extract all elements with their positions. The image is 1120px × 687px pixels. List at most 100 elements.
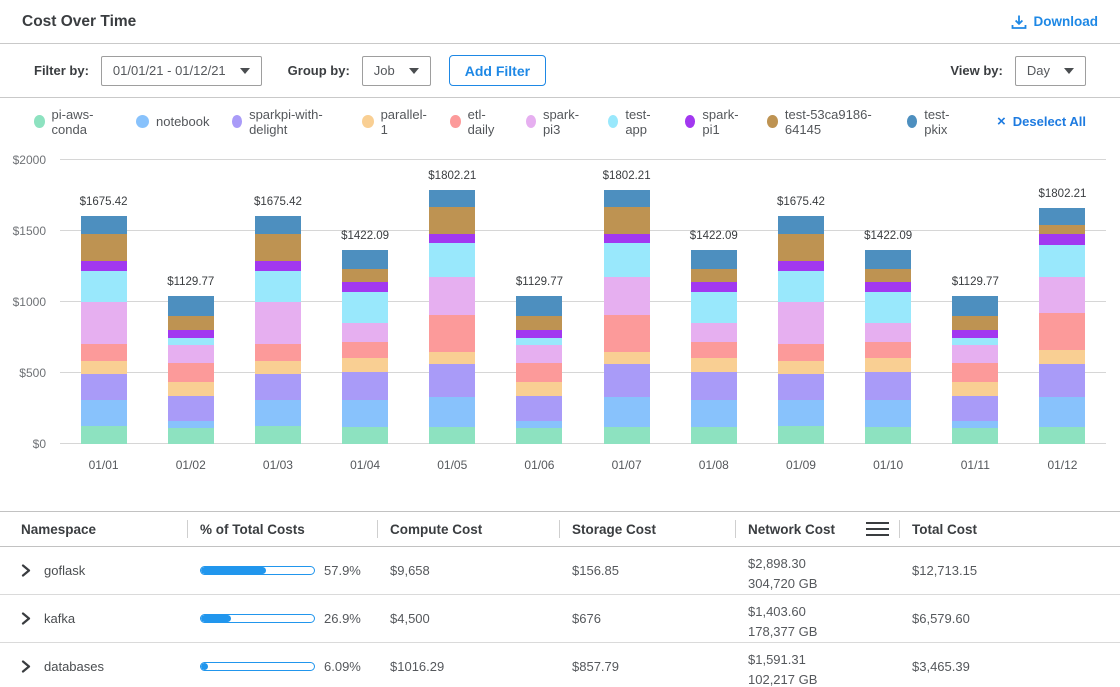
bar-segment-spark-pi1[interactable] xyxy=(255,261,301,271)
bar-segment-test-53ca9186-64145[interactable] xyxy=(1039,225,1085,234)
bar-segment-parallel-1[interactable] xyxy=(342,358,388,372)
bar-segment-etl-daily[interactable] xyxy=(865,342,911,358)
bar-segment-etl-daily[interactable] xyxy=(778,344,824,361)
bar-segment-parallel-1[interactable] xyxy=(168,382,214,395)
bar-segment-sparkpi-with-delight[interactable] xyxy=(865,372,911,400)
bar-segment-notebook[interactable] xyxy=(342,400,388,427)
bar-segment-sparkpi-with-delight[interactable] xyxy=(691,372,737,400)
bar-segment-test-53ca9186-64145[interactable] xyxy=(865,269,911,282)
bar-segment-sparkpi-with-delight[interactable] xyxy=(81,374,127,399)
bar-segment-test-53ca9186-64145[interactable] xyxy=(255,234,301,261)
bar-segment-notebook[interactable] xyxy=(81,400,127,426)
bar-segment-spark-pi1[interactable] xyxy=(81,261,127,271)
bar-segment-spark-pi3[interactable] xyxy=(429,277,475,315)
bar-segment-etl-daily[interactable] xyxy=(516,363,562,382)
legend-item[interactable]: spark-pi3 xyxy=(526,107,586,137)
bar-segment-spark-pi3[interactable] xyxy=(691,323,737,341)
bar-segment-parallel-1[interactable] xyxy=(778,361,824,374)
chevron-right-icon[interactable] xyxy=(21,564,31,577)
bar-segment-spark-pi1[interactable] xyxy=(604,234,650,244)
bar-segment-pi-aws-conda[interactable] xyxy=(865,427,911,444)
bar-segment-test-pkix[interactable] xyxy=(952,296,998,316)
add-filter-button[interactable]: Add Filter xyxy=(449,55,546,86)
bar-segment-etl-daily[interactable] xyxy=(691,342,737,358)
bar-segment-notebook[interactable] xyxy=(168,421,214,428)
bar-segment-test-app[interactable] xyxy=(342,292,388,324)
bar-segment-test-app[interactable] xyxy=(865,292,911,324)
bar-segment-test-53ca9186-64145[interactable] xyxy=(952,316,998,330)
bar-segment-spark-pi3[interactable] xyxy=(255,302,301,344)
bar-segment-test-pkix[interactable] xyxy=(81,216,127,234)
bar-segment-etl-daily[interactable] xyxy=(1039,313,1085,350)
bar-segment-spark-pi1[interactable] xyxy=(342,282,388,292)
bar-segment-spark-pi3[interactable] xyxy=(81,302,127,344)
bar-segment-etl-daily[interactable] xyxy=(952,363,998,382)
bar-segment-test-53ca9186-64145[interactable] xyxy=(168,316,214,330)
bar-segment-test-app[interactable] xyxy=(516,338,562,345)
chevron-right-icon[interactable] xyxy=(21,660,31,673)
bar-segment-pi-aws-conda[interactable] xyxy=(168,428,214,444)
bar-segment-test-pkix[interactable] xyxy=(1039,208,1085,225)
bar-segment-etl-daily[interactable] xyxy=(342,342,388,358)
bar-segment-notebook[interactable] xyxy=(952,421,998,428)
bar-segment-pi-aws-conda[interactable] xyxy=(952,428,998,444)
bar-segment-notebook[interactable] xyxy=(429,397,475,427)
bar-segment-parallel-1[interactable] xyxy=(429,352,475,365)
bar-segment-sparkpi-with-delight[interactable] xyxy=(778,374,824,399)
bar-segment-test-53ca9186-64145[interactable] xyxy=(342,269,388,282)
bar-segment-sparkpi-with-delight[interactable] xyxy=(604,364,650,396)
column-header-network-cost[interactable]: Network Cost xyxy=(735,512,899,546)
bar-segment-spark-pi3[interactable] xyxy=(952,345,998,363)
bar-segment-test-53ca9186-64145[interactable] xyxy=(429,207,475,234)
view-by-select[interactable]: Day xyxy=(1015,56,1086,86)
bar-segment-notebook[interactable] xyxy=(691,400,737,427)
legend-item[interactable]: test-53ca9186-64145 xyxy=(767,107,884,137)
bar-segment-notebook[interactable] xyxy=(865,400,911,427)
bar-segment-spark-pi3[interactable] xyxy=(516,345,562,363)
bar-segment-parallel-1[interactable] xyxy=(81,361,127,374)
bar-segment-parallel-1[interactable] xyxy=(952,382,998,395)
bar-segment-notebook[interactable] xyxy=(516,421,562,428)
bar-segment-pi-aws-conda[interactable] xyxy=(691,427,737,444)
bar-segment-sparkpi-with-delight[interactable] xyxy=(255,374,301,399)
bar-segment-parallel-1[interactable] xyxy=(516,382,562,395)
bar-segment-test-pkix[interactable] xyxy=(604,190,650,207)
bar-segment-spark-pi3[interactable] xyxy=(865,323,911,341)
bar-segment-sparkpi-with-delight[interactable] xyxy=(952,396,998,421)
bar-segment-spark-pi1[interactable] xyxy=(516,330,562,338)
bar-segment-test-app[interactable] xyxy=(604,243,650,276)
legend-item[interactable]: pi-aws-conda xyxy=(34,107,114,137)
bar-segment-notebook[interactable] xyxy=(604,397,650,427)
bar-segment-etl-daily[interactable] xyxy=(81,344,127,361)
download-button[interactable]: Download xyxy=(1011,14,1099,30)
bar-segment-test-pkix[interactable] xyxy=(255,216,301,234)
bar-segment-spark-pi1[interactable] xyxy=(865,282,911,292)
bar-segment-etl-daily[interactable] xyxy=(604,315,650,352)
bar-segment-sparkpi-with-delight[interactable] xyxy=(168,396,214,421)
bar-segment-test-pkix[interactable] xyxy=(342,250,388,269)
bar-segment-test-53ca9186-64145[interactable] xyxy=(81,234,127,261)
bar-segment-spark-pi3[interactable] xyxy=(604,277,650,315)
bar-segment-spark-pi3[interactable] xyxy=(778,302,824,344)
bar-segment-test-pkix[interactable] xyxy=(865,250,911,269)
legend-item[interactable]: test-app xyxy=(608,107,663,137)
bar-segment-spark-pi1[interactable] xyxy=(429,234,475,244)
legend-item[interactable]: sparkpi-with-delight xyxy=(232,107,341,137)
bar-segment-test-53ca9186-64145[interactable] xyxy=(778,234,824,261)
bar-segment-notebook[interactable] xyxy=(255,400,301,426)
bar-segment-pi-aws-conda[interactable] xyxy=(604,427,650,444)
bar-segment-notebook[interactable] xyxy=(778,400,824,426)
bar-segment-etl-daily[interactable] xyxy=(255,344,301,361)
column-header-pct-total-costs[interactable]: % of Total Costs xyxy=(187,512,377,546)
column-header-total-cost[interactable]: Total Cost xyxy=(899,512,1120,546)
bar-segment-spark-pi3[interactable] xyxy=(1039,277,1085,314)
group-by-select[interactable]: Job xyxy=(362,56,431,86)
bar-segment-parallel-1[interactable] xyxy=(865,358,911,372)
bar-segment-test-app[interactable] xyxy=(168,338,214,345)
column-header-storage-cost[interactable]: Storage Cost xyxy=(559,512,735,546)
bar-segment-pi-aws-conda[interactable] xyxy=(255,426,301,444)
bar-segment-test-pkix[interactable] xyxy=(429,190,475,207)
date-range-select[interactable]: 01/01/21 - 01/12/21 xyxy=(101,56,262,86)
bar-segment-test-53ca9186-64145[interactable] xyxy=(691,269,737,282)
bar-segment-pi-aws-conda[interactable] xyxy=(342,427,388,444)
